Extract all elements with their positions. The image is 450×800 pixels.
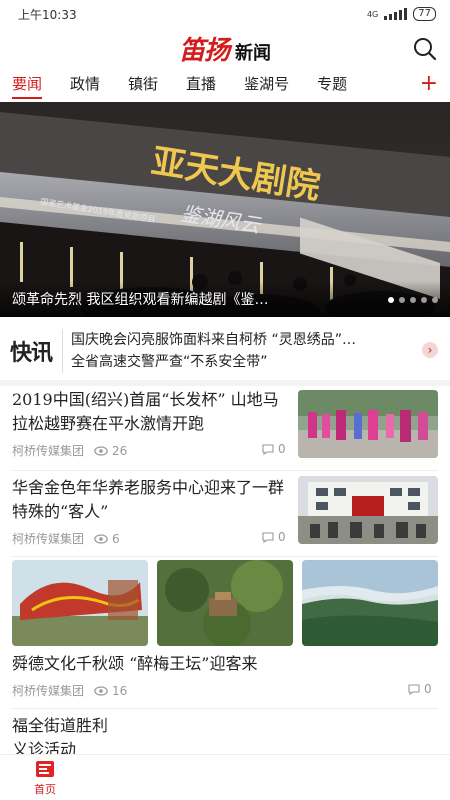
news-source: 柯桥传媒集团 [12,684,85,698]
news-thumbnail[interactable] [298,390,438,458]
status-icons: 4G 77 [367,7,436,21]
news-item[interactable]: 2019中国(绍兴)首届“长发杯” 山地马拉松越野赛在平水激情开跑 柯桥传媒集团… [12,386,438,464]
carousel-dot [432,297,438,303]
banner-carousel[interactable]: 亚天大剧院 鉴湖风云 国家艺术基金2019年度资助项目 颂革命先烈 我区组织观看… [0,102,450,317]
flash-label: 快讯 [9,341,53,366]
eye-icon [94,533,108,544]
eye-icon [94,445,108,456]
flash-line[interactable]: 全省高速交警严查“不系安全带” [71,351,411,373]
news-item[interactable]: 舜德文化千秋颂 “醉梅王坛”迎客来 柯桥传媒集团 16 0 [12,652,438,704]
comments-count[interactable]: 0 [262,530,286,544]
signal-icon [384,8,408,20]
news-meta: 柯桥传媒集团 16 [12,682,127,699]
network-label: 4G [366,9,379,19]
news-source: 柯桥传媒集团 [12,444,85,458]
divider [12,470,438,471]
home-icon [36,761,54,777]
tab-zhibo[interactable]: 直播 [186,68,216,102]
news-title[interactable]: 华舍金色年华养老服务中心迎来了一群特殊的“客人” [12,474,290,524]
news-title[interactable]: 2019中国(绍兴)首届“长发杯” 山地马拉松越野赛在平水激情开跑 [12,386,290,436]
comments-count[interactable]: 0 [262,442,286,456]
news-meta: 柯桥传媒集团 26 [12,442,127,459]
news-item[interactable]: 华舍金色年华养老服务中心迎来了一群特殊的“客人” 柯桥传媒集团 6 0 [12,474,438,552]
eye-icon [94,685,108,696]
comments-count[interactable]: 0 [408,682,432,696]
carousel-dot [410,297,416,303]
views-count: 26 [94,444,127,458]
battery-icon: 77 [413,7,436,21]
search-icon[interactable] [412,36,438,62]
carousel-dot [388,297,394,303]
channel-tabs: 要闻 政情 镇街 直播 鉴湖号 专题 [0,68,450,102]
carousel-dot [421,297,427,303]
news-thumbnail[interactable] [12,560,148,646]
comments-number: 0 [424,682,432,696]
news-source: 柯桥传媒集团 [12,532,85,546]
comment-icon [262,443,274,455]
news-thumbnail[interactable] [302,560,438,646]
app-header: 笛扬 新闻 [0,28,450,68]
chevron-right-icon[interactable]: › [422,342,438,358]
tab-zhengqing[interactable]: 政情 [70,68,100,102]
views-count: 6 [94,532,120,546]
views-count: 16 [94,684,127,698]
status-bar: 上午10:33 4G 77 [0,0,450,28]
status-time: 上午10:33 [18,7,77,22]
tab-jianhuhao[interactable]: 鉴湖号 [244,68,289,102]
news-thumbnail[interactable] [298,476,438,544]
flash-lines: 国庆晚会闪亮服饰面料来自柯桥 “灵恩绣品”… 全省高速交警严查“不系安全带” [63,329,450,373]
comments-number: 0 [278,442,286,456]
views-number: 26 [112,443,128,458]
add-channel-button[interactable]: + [420,68,438,102]
divider [12,708,438,709]
comment-icon [408,683,420,695]
news-item[interactable]: 福全街道胜利 义诊活动 [12,714,438,760]
logo-word: 新闻 [235,42,271,64]
nav-home[interactable]: 首页 [22,759,68,797]
banner-caption[interactable]: 颂革命先烈 我区组织观看新编越剧《鉴… [0,281,450,317]
carousel-dots [388,297,438,303]
comment-icon [262,531,274,543]
tab-zhuanti[interactable]: 专题 [317,68,347,102]
tab-yaowen[interactable]: 要闻 [12,68,43,102]
tab-zhenjie[interactable]: 镇街 [128,68,158,102]
app-logo: 笛扬 新闻 [179,30,271,67]
news-thumbnail[interactable] [157,560,293,646]
views-number: 16 [112,683,128,698]
flash-line[interactable]: 国庆晚会闪亮服饰面料来自柯桥 “灵恩绣品”… [71,329,411,351]
bottom-nav: 首页 [0,754,450,800]
logo-script: 笛扬 [178,35,230,66]
flash-news[interactable]: 快讯 国庆晚会闪亮服饰面料来自柯桥 “灵恩绣品”… 全省高速交警严查“不系安全带… [0,322,450,380]
carousel-dot [399,297,405,303]
divider [12,556,438,557]
nav-home-label: 首页 [34,783,56,796]
news-meta: 柯桥传媒集团 6 [12,530,120,547]
news-title[interactable]: 舜德文化千秋颂 “醉梅王坛”迎客来 [12,652,438,676]
views-number: 6 [112,531,120,546]
comments-number: 0 [278,530,286,544]
